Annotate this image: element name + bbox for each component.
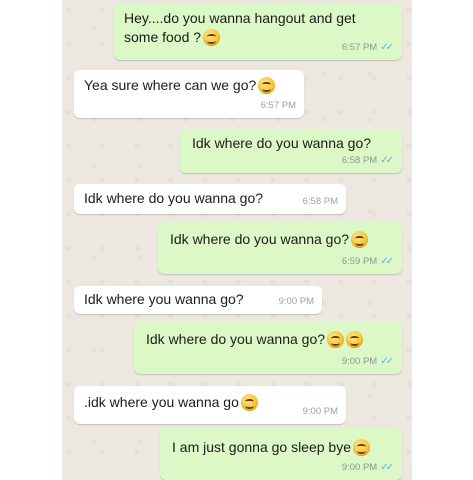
message-time: 6:58 PM xyxy=(302,196,338,207)
grinning-face-icon xyxy=(240,394,258,411)
double-check-icon: ✓✓ xyxy=(380,256,394,267)
message-text: Idk where you wanna go? xyxy=(84,291,244,307)
message-time: 6:59 PM xyxy=(341,256,378,267)
grinning-face-icon xyxy=(346,331,364,348)
message-text: Idk where do you wanna go? xyxy=(192,135,372,151)
message-bubble-outgoing[interactable]: Idk where do you wanna go? 6:59 PM ✓✓ xyxy=(158,222,402,274)
message-text: Hey....do you wanna hangout and get some… xyxy=(124,10,356,45)
message-time: 6:58 PM xyxy=(341,155,378,166)
message-meta: 9:00 PM xyxy=(303,402,338,421)
chat-thread: Hey....do you wanna hangout and get some… xyxy=(62,0,412,480)
message-text: .idk where you wanna go xyxy=(84,394,239,410)
message-bubble-outgoing[interactable]: Idk where do you wanna go? 9:00 PM ✓✓ xyxy=(134,322,402,374)
message-text: Idk where do you wanna go? xyxy=(170,231,350,247)
message-time: 6:57 PM xyxy=(260,100,296,111)
message-bubble-outgoing[interactable]: I am just gonna go sleep bye 9:00 PM ✓✓ xyxy=(160,428,402,480)
message-meta: 9:00 PM ✓✓ xyxy=(342,458,394,477)
message-text: I am just gonna go sleep bye xyxy=(172,439,352,455)
message-bubble-incoming[interactable]: Idk where you wanna go? 9:00 PM xyxy=(74,286,322,314)
message-meta: 9:00 PM ✓✓ xyxy=(342,352,394,371)
grinning-face-icon xyxy=(353,439,371,456)
double-check-icon: ✓✓ xyxy=(380,356,394,367)
message-bubble-incoming[interactable]: .idk where you wanna go 9:00 PM xyxy=(74,386,346,424)
message-time: 9:00 PM xyxy=(341,356,378,367)
message-time: 9:00 PM xyxy=(302,406,338,417)
double-check-icon: ✓✓ xyxy=(380,462,394,473)
message-text: Yea sure where can we go? xyxy=(84,77,257,93)
message-bubble-outgoing[interactable]: Hey....do you wanna hangout and get some… xyxy=(114,4,402,60)
message-meta: 6:58 PM xyxy=(303,192,338,211)
message-meta: 6:59 PM ✓✓ xyxy=(342,252,394,271)
grinning-face-icon xyxy=(327,331,345,348)
grinning-face-icon xyxy=(351,231,369,248)
message-bubble-outgoing[interactable]: Idk where do you wanna go? 6:58 PM ✓✓ xyxy=(180,129,402,173)
message-time: 9:00 PM xyxy=(341,462,378,473)
message-bubble-incoming[interactable]: Yea sure where can we go? 6:57 PM xyxy=(74,70,304,118)
message-meta: 6:57 PM ✓✓ xyxy=(342,38,394,57)
message-meta: 9:00 PM xyxy=(279,292,314,311)
message-time: 9:00 PM xyxy=(278,296,314,307)
grinning-face-icon xyxy=(258,77,276,94)
message-meta: 6:58 PM ✓✓ xyxy=(342,151,394,170)
message-text: Idk where do you wanna go? xyxy=(84,190,264,206)
message-meta: 6:57 PM xyxy=(261,96,296,115)
message-time: 6:57 PM xyxy=(341,42,378,53)
message-bubble-incoming[interactable]: Idk where do you wanna go? 6:58 PM xyxy=(74,184,346,214)
double-check-icon: ✓✓ xyxy=(380,155,394,166)
double-check-icon: ✓✓ xyxy=(380,42,394,53)
grinning-face-icon xyxy=(203,29,221,46)
message-text: Idk where do you wanna go? xyxy=(146,331,326,347)
